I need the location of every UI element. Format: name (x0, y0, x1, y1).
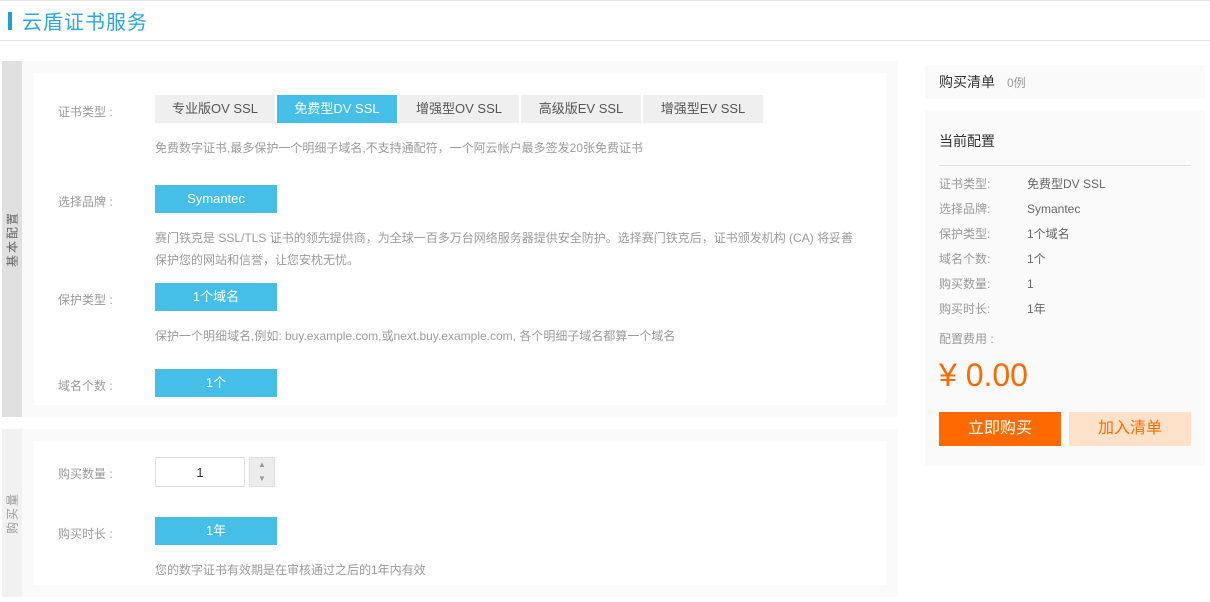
summary-row-domain-count: 域名个数:1个 (939, 253, 1191, 266)
quantity-label: 购买数量 : (58, 457, 155, 487)
purchase-side-label: 购买量 (4, 492, 21, 534)
brand-row: 选择品牌 : Symantec 赛门铁克是 SSL/TLS 证书的领先提供商，为… (58, 185, 862, 271)
price-total: ¥ 0.00 (939, 357, 1191, 394)
summary-row-duration: 购买时长:1年 (939, 303, 1191, 316)
title-accent-bar (8, 12, 12, 30)
brand-description: 赛门铁克是 SSL/TLS 证书的领先提供商，为全球一百多万台网络服务器提供安全… (155, 227, 862, 271)
page-title: 云盾证书服务 (22, 6, 148, 35)
cert-type-tabs: 专业版OV SSL 免费型DV SSL 增强型OV SSL 高级版EV SSL … (155, 95, 862, 123)
cert-type-tab-advanced-ev[interactable]: 高级版EV SSL (521, 95, 641, 123)
cart-count: 0例 (1007, 74, 1026, 91)
page-header: 云盾证书服务 (0, 1, 1210, 41)
domain-count-label: 域名个数 : (58, 369, 155, 397)
cert-type-tab-enhanced-ev[interactable]: 增强型EV SSL (643, 95, 763, 123)
section-purchase: 购买量 购买数量 : ▲ ▼ (2, 429, 898, 597)
duration-row: 购买时长 : 1年 您的数字证书有效期是在审核通过之后的1年内有效 (58, 517, 862, 581)
cert-type-label: 证书类型 : (58, 95, 155, 159)
protect-type-row: 保护类型 : 1个域名 保护一个明细域名,例如: buy.example.com… (58, 283, 862, 347)
protect-type-label: 保护类型 : (58, 283, 155, 347)
purchase-side-strip: 购买量 (2, 429, 22, 597)
section-basic-config: 基本配置 证书类型 : 专业版OV SSL 免费型DV SSL 增强型OV SS… (2, 61, 898, 417)
duration-option-one-year[interactable]: 1年 (155, 517, 277, 545)
domain-count-option-one[interactable]: 1个 (155, 369, 277, 397)
main-layout: 基本配置 证书类型 : 专业版OV SSL 免费型DV SSL 增强型OV SS… (2, 61, 1208, 597)
brand-label: 选择品牌 : (58, 185, 155, 271)
domain-count-row: 域名个数 : 1个 (58, 369, 862, 397)
cert-type-tab-professional-ov[interactable]: 专业版OV SSL (155, 95, 275, 123)
cart-bar: 购买清单 0例 (925, 65, 1205, 99)
stepper-up-icon[interactable]: ▲ (250, 458, 274, 472)
summary-row-protect-type: 保护类型:1个域名 (939, 228, 1191, 241)
duration-label: 购买时长 : (58, 517, 155, 581)
summary-row-cert-type: 证书类型:免费型DV SSL (939, 178, 1191, 191)
add-to-cart-button[interactable]: 加入清单 (1069, 412, 1191, 446)
duration-description: 您的数字证书有效期是在审核通过之后的1年内有效 (155, 559, 862, 581)
config-fee-label: 配置费用 : (939, 330, 1191, 347)
buy-now-button[interactable]: 立即购买 (939, 412, 1061, 446)
cert-type-row: 证书类型 : 专业版OV SSL 免费型DV SSL 增强型OV SSL 高级版… (58, 95, 862, 159)
quantity-row: 购买数量 : ▲ ▼ (58, 457, 862, 487)
cart-title: 购买清单 (939, 72, 995, 92)
protect-type-option-one-domain[interactable]: 1个域名 (155, 283, 277, 311)
current-config-title: 当前配置 (939, 125, 1191, 166)
cert-type-description: 免费数字证书,最多保护一个明细子域名,不支持通配符，一个阿云帐户最多签发20张免… (155, 137, 862, 159)
stepper-down-icon[interactable]: ▼ (250, 472, 274, 486)
summary-row-brand: 选择品牌:Symantec (939, 203, 1191, 216)
current-config-card: 当前配置 证书类型:免费型DV SSL 选择品牌:Symantec 保护类型:1… (925, 111, 1205, 466)
cert-type-tab-enhanced-ov[interactable]: 增强型OV SSL (399, 95, 519, 123)
quantity-input[interactable] (155, 457, 245, 487)
basic-config-side-strip: 基本配置 (2, 61, 22, 417)
cert-type-tab-free-dv[interactable]: 免费型DV SSL (277, 95, 397, 123)
basic-config-side-label: 基本配置 (4, 211, 21, 267)
protect-type-description: 保护一个明细域名,例如: buy.example.com,或next.buy.e… (155, 325, 862, 347)
config-column: 基本配置 证书类型 : 专业版OV SSL 免费型DV SSL 增强型OV SS… (2, 61, 898, 597)
summary-row-quantity: 购买数量:1 (939, 278, 1191, 291)
order-summary-column: 购买清单 0例 当前配置 证书类型:免费型DV SSL 选择品牌:Symante… (925, 65, 1205, 466)
brand-option-symantec[interactable]: Symantec (155, 185, 277, 213)
quantity-stepper: ▲ ▼ (155, 457, 862, 487)
